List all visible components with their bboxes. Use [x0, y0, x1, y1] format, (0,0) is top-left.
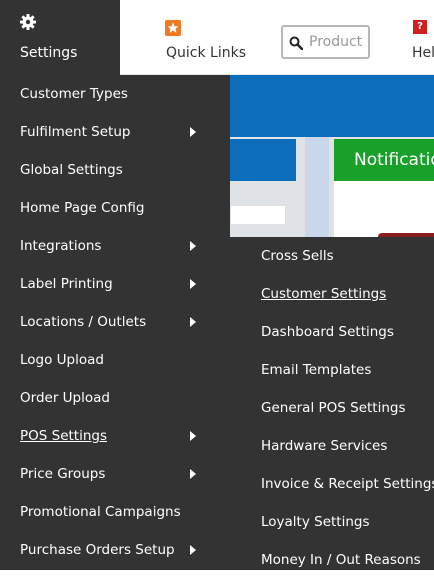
- menu-item-label: Logo Upload: [20, 352, 104, 368]
- menu-item-purchase-orders-setup[interactable]: Purchase Orders Setup: [0, 531, 230, 569]
- submenu-item-label: Invoice & Receipt Settings: [261, 476, 434, 492]
- menu-item-label: Home Page Config: [20, 200, 145, 216]
- menu-item-label: Order Upload: [20, 390, 110, 406]
- menu-item-home-page-config[interactable]: Home Page Config: [0, 189, 230, 227]
- pos-settings-submenu: Cross Sells Customer Settings Dashboard …: [230, 237, 434, 570]
- menu-item-label: Customer Types: [20, 86, 128, 102]
- product-search-input[interactable]: Product: [281, 25, 370, 59]
- menu-item-label: Integrations: [20, 238, 102, 254]
- submenu-item-label: Loyalty Settings: [261, 514, 370, 530]
- star-icon: [165, 20, 181, 36]
- submenu-arrow-icon: [190, 241, 196, 251]
- submenu-item-label: Email Templates: [261, 362, 372, 378]
- help-icon: ?: [413, 20, 427, 34]
- top-bar: Settings Quick Links Product ? Help: [0, 0, 434, 75]
- menu-item-label: Price Groups: [20, 466, 106, 482]
- submenu-item-label: Hardware Services: [261, 438, 388, 454]
- submenu-item-dashboard-settings[interactable]: Dashboard Settings: [230, 313, 434, 351]
- submenu-item-label: Money In / Out Reasons: [261, 552, 421, 568]
- submenu-item-invoice-receipt-settings[interactable]: Invoice & Receipt Settings: [230, 465, 434, 503]
- content-input[interactable]: [230, 205, 286, 225]
- gear-icon: [20, 14, 36, 34]
- submenu-item-loyalty-settings[interactable]: Loyalty Settings: [230, 503, 434, 541]
- settings-menu: Customer Types Fulfilment Setup Global S…: [0, 75, 230, 570]
- notifications-body: [334, 181, 434, 237]
- menu-item-locations-outlets[interactable]: Locations / Outlets: [0, 303, 230, 341]
- menu-item-promotional-campaigns[interactable]: Promotional Campaigns: [0, 493, 230, 531]
- menu-item-logo-upload[interactable]: Logo Upload: [0, 341, 230, 379]
- submenu-arrow-icon: [190, 431, 196, 441]
- menu-item-customer-types[interactable]: Customer Types: [0, 75, 230, 113]
- submenu-arrow-icon: [190, 317, 196, 327]
- menu-item-label: Fulfilment Setup: [20, 124, 131, 140]
- submenu-item-label: General POS Settings: [261, 400, 406, 416]
- menu-item-label: Locations / Outlets: [20, 314, 147, 330]
- menu-item-fulfilment-setup[interactable]: Fulfilment Setup: [0, 113, 230, 151]
- search-icon: [289, 35, 304, 54]
- menu-item-label: Purchase Orders Setup: [20, 542, 175, 558]
- submenu-item-general-pos-settings[interactable]: General POS Settings: [230, 389, 434, 427]
- content-tab[interactable]: [230, 139, 296, 181]
- submenu-item-label: Dashboard Settings: [261, 324, 394, 340]
- menu-item-pos-settings[interactable]: POS Settings: [0, 417, 230, 455]
- menu-item-label: Promotional Campaigns: [20, 504, 181, 520]
- menu-item-label: POS Settings: [20, 428, 107, 444]
- submenu-item-email-templates[interactable]: Email Templates: [230, 351, 434, 389]
- menu-item-label-printing[interactable]: Label Printing: [0, 265, 230, 303]
- settings-label: Settings: [20, 45, 78, 61]
- submenu-item-money-in-out-reasons[interactable]: Money In / Out Reasons: [230, 541, 434, 579]
- submenu-item-customer-settings[interactable]: Customer Settings: [230, 275, 434, 313]
- submenu-arrow-icon: [190, 127, 196, 137]
- content-divider: [305, 137, 329, 237]
- search-placeholder: Product: [309, 34, 363, 50]
- settings-tab[interactable]: Settings: [0, 0, 120, 75]
- menu-item-label: Global Settings: [20, 162, 123, 178]
- quick-links-label: Quick Links: [166, 45, 247, 61]
- submenu-item-label: Cross Sells: [261, 248, 334, 264]
- notifications-header[interactable]: Notifications: [334, 139, 434, 181]
- help-button[interactable]: ? Help: [412, 0, 434, 75]
- submenu-item-cross-sells[interactable]: Cross Sells: [230, 237, 434, 275]
- help-label: Help: [412, 45, 434, 61]
- header-banner: [230, 75, 434, 137]
- submenu-item-hardware-services[interactable]: Hardware Services: [230, 427, 434, 465]
- menu-item-integrations[interactable]: Integrations: [0, 227, 230, 265]
- menu-item-price-groups[interactable]: Price Groups: [0, 455, 230, 493]
- menu-item-global-settings[interactable]: Global Settings: [0, 151, 230, 189]
- submenu-arrow-icon: [190, 545, 196, 555]
- submenu-arrow-icon: [190, 469, 196, 479]
- submenu-arrow-icon: [190, 279, 196, 289]
- quick-links-button[interactable]: Quick Links: [148, 0, 248, 75]
- menu-item-order-upload[interactable]: Order Upload: [0, 379, 230, 417]
- menu-item-label: Label Printing: [20, 276, 113, 292]
- submenu-item-label: Customer Settings: [261, 286, 387, 302]
